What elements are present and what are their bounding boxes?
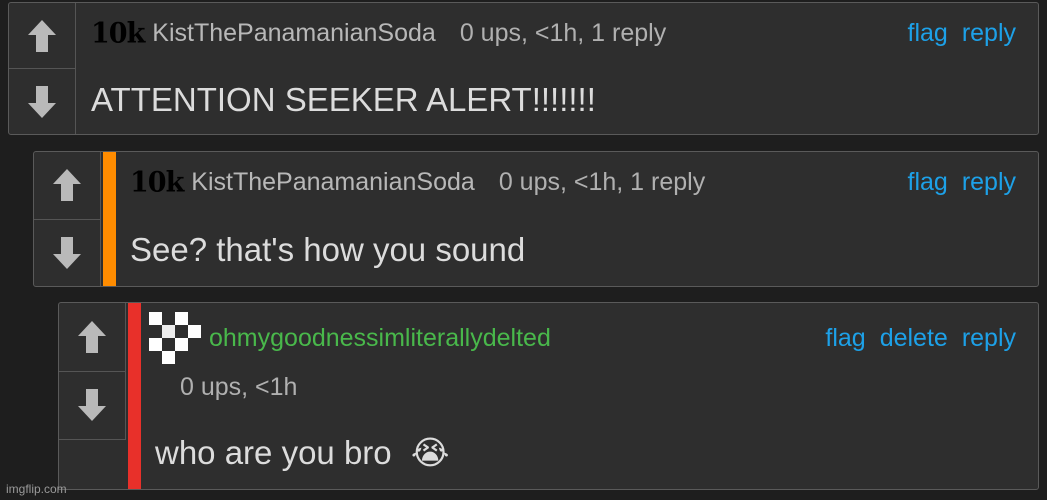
flag-link[interactable]: flag [908,19,948,48]
arrow-up-icon [78,320,106,353]
downvote-button[interactable] [9,68,75,134]
upvote-button[interactable] [9,3,75,68]
avatar[interactable] [149,312,201,364]
comment-2: 10k KistThePanamanianSoda 0 ups, <1h, 1 … [33,151,1039,287]
comment-text-content: who are you bro [155,434,392,471]
rank-badge: 10k [91,16,145,50]
flag-link[interactable]: flag [908,168,948,197]
upvote-button[interactable] [59,303,125,371]
flag-link[interactable]: flag [825,324,865,353]
watermark: imgflip.com [6,482,67,496]
arrow-down-icon [78,389,106,422]
comment-body: 10k KistThePanamanianSoda 0 ups, <1h, 1 … [130,152,1038,286]
comment-header: 10k KistThePanamanianSoda 0 ups, <1h, 1 … [91,3,1038,63]
comment-meta: 0 ups, <1h, 1 reply [459,18,667,47]
delete-link[interactable]: delete [880,324,948,353]
comment-actions: flag reply [908,152,1017,212]
arrow-up-icon [53,169,81,202]
upvote-button[interactable] [34,152,100,219]
reply-link[interactable]: reply [962,168,1016,197]
comment-body: 10k KistThePanamanianSoda 0 ups, <1h, 1 … [91,3,1038,134]
vote-column [34,152,101,286]
downvote-button[interactable] [34,218,100,287]
reply-link[interactable]: reply [962,19,1016,48]
vote-column [59,303,126,440]
comment-actions: flag reply [908,3,1017,63]
loudly-crying-emoji: 😭 [410,434,450,471]
reply-link[interactable]: reply [962,324,1016,353]
comment-3: ohmygoodnessimliterallydelted flag delet… [58,302,1039,490]
arrow-down-icon [53,236,81,269]
arrow-down-icon [28,85,56,118]
comment-1: 10k KistThePanamanianSoda 0 ups, <1h, 1 … [8,2,1039,135]
comment-text: See? that's how you sound [130,231,526,268]
comment-text: ATTENTION SEEKER ALERT!!!!!!! [91,81,596,118]
username-link[interactable]: ohmygoodnessimliterallydelted [209,324,551,353]
rank-badge: 10k [130,165,184,199]
thread-depth-stripe [128,303,141,489]
comment-meta: 0 ups, <1h, 1 reply [498,167,706,196]
thread-depth-stripe [103,152,116,286]
arrow-up-icon [28,19,56,52]
downvote-button[interactable] [59,370,125,440]
comment-actions: flag delete reply [825,303,1016,373]
username-link[interactable]: KistThePanamanianSoda [191,168,475,197]
vote-column [9,3,76,134]
comment-text: who are you bro 😭 [155,433,1018,472]
comment-meta: 0 ups, <1h [180,373,298,401]
username-link[interactable]: KistThePanamanianSoda [152,19,436,48]
comment-header: 10k KistThePanamanianSoda 0 ups, <1h, 1 … [130,152,1038,212]
comment-body: ohmygoodnessimliterallydelted flag delet… [149,303,1038,489]
